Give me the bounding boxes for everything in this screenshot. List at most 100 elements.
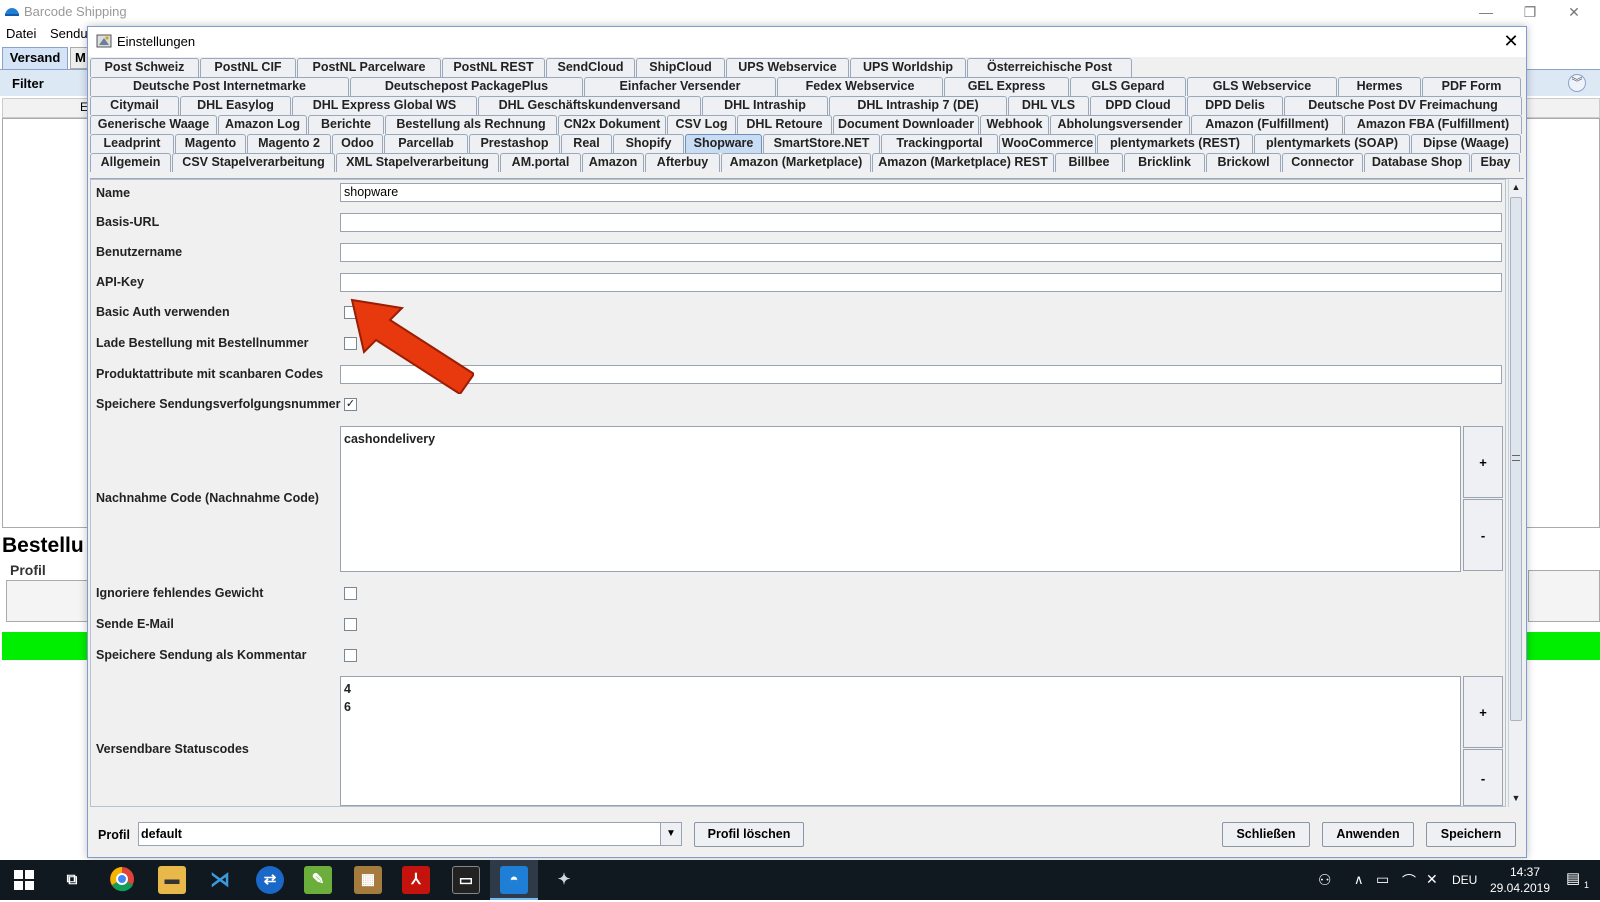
wifi-icon[interactable]: ⌒ [1402,871,1416,891]
tab-dhl-intraship-7-de[interactable]: DHL Intraship 7 (DE) [829,96,1007,115]
tab-allgemein[interactable]: Allgemein [90,153,171,172]
chevron-down-icon[interactable]: ︾ [1568,74,1586,92]
order-grid[interactable] [2,118,88,528]
tab-dhl-express-global-ws[interactable]: DHL Express Global WS [292,96,477,115]
tab-document-downloader[interactable]: Document Downloader [833,115,979,134]
tab-am-portal[interactable]: AM.portal [500,153,581,172]
tab-xml-stapelverarbeitung[interactable]: XML Stapelverarbeitung [336,153,499,172]
list-item[interactable]: 6 [344,698,1457,716]
speichern-button[interactable]: Speichern [1426,822,1516,847]
vscode-icon[interactable]: ⋊ [206,866,234,894]
close-icon[interactable]: ✕ [1498,30,1524,54]
tab-dhl-vls[interactable]: DHL VLS [1008,96,1089,115]
tray-chevron-icon[interactable]: ∧ [1354,872,1364,888]
tab-woocommerce[interactable]: WooCommerce [999,134,1096,153]
tab-plentymarkets-soap[interactable]: plentymarkets (SOAP) [1254,134,1410,153]
tab-generische-waage[interactable]: Generische Waage [90,115,217,134]
tab-m[interactable]: M [70,47,88,69]
filter-label[interactable]: Filter [12,76,44,91]
tab-österreichische-post[interactable]: Österreichische Post [967,58,1132,77]
tab-odoo[interactable]: Odoo [332,134,383,153]
package-icon[interactable]: ▦ [354,866,382,894]
clock-time[interactable]: 14:37 [1498,865,1552,879]
list-item[interactable]: 4 [344,680,1457,698]
language-indicator[interactable]: DEU [1452,873,1477,887]
tab-citymail[interactable]: Citymail [90,96,179,115]
tab-dhl-retoure[interactable]: DHL Retoure [737,115,832,134]
tab-abholungsversender[interactable]: Abholungsversender [1050,115,1190,134]
tab-billbee[interactable]: Billbee [1055,153,1123,172]
tab-shipcloud[interactable]: ShipCloud [636,58,725,77]
tab-versand[interactable]: Versand [2,47,68,69]
app-close-icon[interactable]: ✕ [1554,2,1594,22]
speichere-sendungsverfolgung-checkbox[interactable]: ✓ [344,398,357,411]
tab-sendcloud[interactable]: SendCloud [546,58,635,77]
tab-deutsche-post-internetmarke[interactable]: Deutsche Post Internetmarke [90,77,349,96]
profil-loeschen-button[interactable]: Profil löschen [694,822,804,847]
menu-sendungen[interactable]: Sendu [50,26,88,41]
pdf-icon[interactable]: ⅄ [402,866,430,894]
basis-url-input[interactable] [340,213,1502,232]
scroll-up-icon[interactable]: ▲ [1508,179,1524,195]
tab-gls-webservice[interactable]: GLS Webservice [1187,77,1337,96]
tab-real[interactable]: Real [561,134,612,153]
restore-icon[interactable]: ❐ [1510,2,1550,22]
tab-webhook[interactable]: Webhook [980,115,1049,134]
paint-icon[interactable]: ✦ [550,866,578,894]
tab-postnl-parcelware[interactable]: PostNL Parcelware [297,58,441,77]
tab-shopware[interactable]: Shopware [685,134,762,153]
tab-cn2x-dokument[interactable]: CN2x Dokument [558,115,666,134]
dropdown-arrow-icon[interactable]: ▼ [660,823,681,845]
tab-leadprint[interactable]: Leadprint [90,134,174,153]
tab-csv-log[interactable]: CSV Log [667,115,736,134]
nachnahme-code-list[interactable]: cashondelivery [340,426,1461,572]
tab-dhl-geschäftskundenversand[interactable]: DHL Geschäftskundenversand [478,96,701,115]
tab-gel-express[interactable]: GEL Express [944,77,1069,96]
teamviewer-icon[interactable]: ⇄ [256,866,284,894]
windows-start-icon[interactable] [14,870,34,890]
nachnahme-add-button[interactable]: + [1463,426,1503,498]
tab-pdf-form[interactable]: PDF Form [1422,77,1521,96]
tab-amazon-log[interactable]: Amazon Log [218,115,307,134]
volume-icon[interactable]: ✕ [1426,871,1438,888]
api-key-input[interactable] [340,273,1502,292]
tab-postnl-rest[interactable]: PostNL REST [442,58,545,77]
tab-plentymarkets-rest[interactable]: plentymarkets (REST) [1097,134,1253,153]
tab-berichte[interactable]: Berichte [308,115,384,134]
profil-select[interactable]: default [138,822,682,846]
anwenden-button[interactable]: Anwenden [1322,822,1414,847]
tab-dpd-delis[interactable]: DPD Delis [1187,96,1283,115]
statuscodes-remove-button[interactable]: - [1463,749,1503,806]
tab-amazon-fulfillment[interactable]: Amazon (Fulfillment) [1191,115,1343,134]
people-icon[interactable]: ⚇ [1318,871,1331,889]
tab-dhl-intraship[interactable]: DHL Intraship [702,96,828,115]
ignoriere-gewicht-checkbox[interactable] [344,587,357,600]
notification-icon[interactable]: ▤ [1566,869,1580,887]
tab-dipse-waage[interactable]: Dipse (Waage) [1411,134,1521,153]
tab-fedex-webservice[interactable]: Fedex Webservice [777,77,943,96]
statuscodes-list[interactable]: 4 6 [340,676,1461,806]
tab-ups-worldship[interactable]: UPS Worldship [850,58,966,77]
tab-amazon-marketplace-rest[interactable]: Amazon (Marketplace) REST [872,153,1054,172]
battery-icon[interactable]: ▭ [1376,871,1389,888]
barcode-shipping-icon[interactable]: ◓ [500,866,528,894]
benutzername-input[interactable] [340,243,1502,262]
sende-email-checkbox[interactable] [344,618,357,631]
tab-amazon-marketplace[interactable]: Amazon (Marketplace) [721,153,871,172]
notepad-icon[interactable]: ✎ [304,866,332,894]
tab-trackingportal[interactable]: Trackingportal [881,134,998,153]
nachnahme-remove-button[interactable]: - [1463,499,1503,571]
tab-deutschepost-packageplus[interactable]: Deutschepost PackagePlus [350,77,583,96]
tab-amazon-fba-fulfillment[interactable]: Amazon FBA (Fulfillment) [1344,115,1522,134]
speichere-kommentar-checkbox[interactable] [344,649,357,662]
clock-date[interactable]: 29.04.2019 [1488,881,1552,895]
menu-datei[interactable]: Datei [6,26,36,41]
order-grid-right[interactable] [1524,118,1600,528]
tab-deutsche-post-dv-freimachung[interactable]: Deutsche Post DV Freimachung [1284,96,1522,115]
name-input[interactable]: shopware [340,183,1502,202]
tab-brickowl[interactable]: Brickowl [1206,153,1281,172]
tab-gls-gepard[interactable]: GLS Gepard [1070,77,1186,96]
tab-dpd-cloud[interactable]: DPD Cloud [1090,96,1186,115]
tab-postnl-cif[interactable]: PostNL CIF [200,58,296,77]
tab-connector[interactable]: Connector [1282,153,1363,172]
